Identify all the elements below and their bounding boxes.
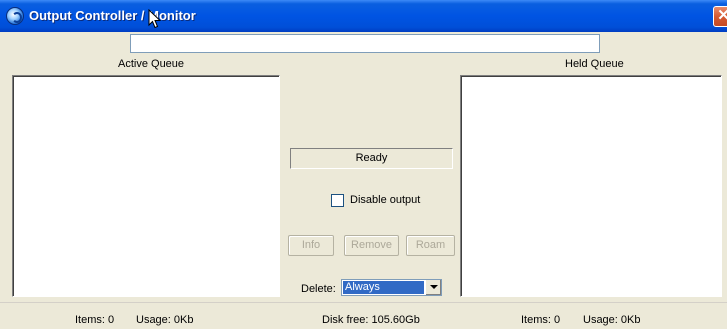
info-button[interactable]: Info: [288, 235, 334, 256]
output-controller-window: Output Controller / Monitor ✕ Active Que…: [0, 0, 727, 329]
active-usage: Usage: 0Kb: [136, 314, 194, 326]
delete-select-value[interactable]: Always: [343, 281, 424, 294]
close-button[interactable]: ✕: [713, 6, 727, 27]
delete-label: Delete:: [301, 283, 336, 295]
held-queue-list[interactable]: [460, 75, 722, 297]
active-queue-list[interactable]: [12, 75, 280, 297]
delete-select[interactable]: Always: [341, 279, 442, 296]
disable-output-checkbox[interactable]: [331, 194, 344, 207]
disable-output-label[interactable]: Disable output: [350, 194, 420, 207]
disk-free: Disk free: 105.60Gb: [322, 314, 420, 326]
held-queue-label: Held Queue: [565, 58, 624, 70]
held-items-count: Items: 0: [521, 314, 561, 326]
top-input-field[interactable]: [130, 34, 600, 53]
app-icon: [6, 7, 24, 25]
remove-button[interactable]: Remove: [344, 235, 399, 256]
roam-button[interactable]: Roam: [406, 235, 455, 256]
mouse-cursor-icon: [148, 9, 162, 29]
dropdown-arrow-icon[interactable]: [425, 280, 441, 295]
status-text: Ready: [355, 152, 388, 164]
held-usage: Usage: 0Kb: [583, 314, 641, 326]
window-title: Output Controller / Monitor: [29, 8, 196, 23]
status-bar: Items: 0 Usage: 0Kb Disk free: 105.60Gb …: [0, 302, 727, 329]
active-items-count: Items: 0: [75, 314, 115, 326]
title-bar[interactable]: Output Controller / Monitor ✕: [0, 0, 727, 32]
active-queue-label: Active Queue: [118, 58, 185, 70]
close-icon: ✕: [717, 7, 727, 24]
status-box: Ready: [290, 148, 453, 169]
